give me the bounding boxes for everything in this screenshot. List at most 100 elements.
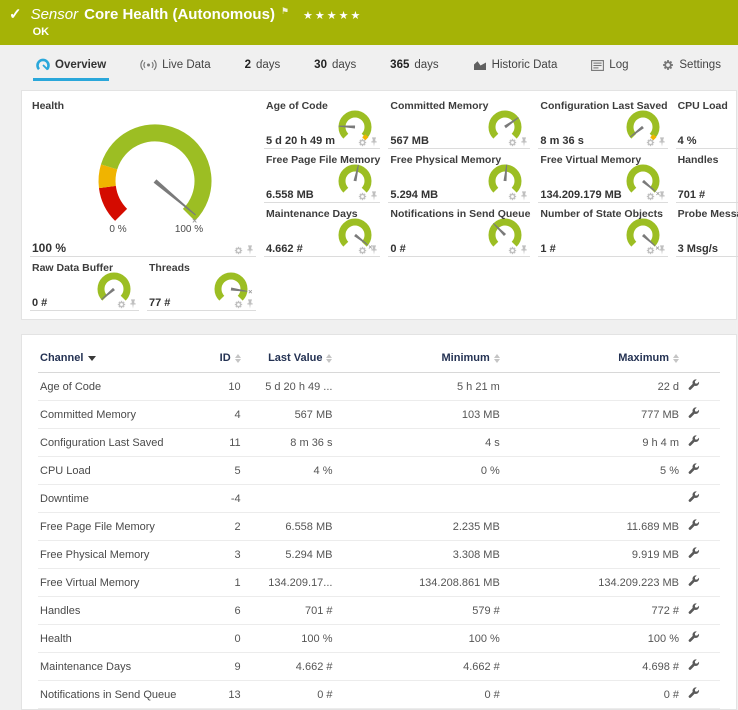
- pin-icon[interactable]: [520, 191, 528, 201]
- gear-icon[interactable]: [358, 192, 367, 201]
- sensor-title: Core Health (Autonomous): [84, 6, 275, 23]
- scale-max-label: 100 %: [175, 224, 203, 235]
- gauge-tile-age-of-code: Age of Code 5 d 20 h 49 m: [264, 97, 380, 149]
- channel-name: Notifications in Send Queue: [38, 681, 198, 709]
- column-label: Maximum: [618, 352, 669, 364]
- gear-icon[interactable]: [234, 246, 243, 255]
- gear-icon[interactable]: [646, 138, 655, 147]
- gauge-title: Handles: [676, 151, 738, 166]
- gauge-value: 567 MB: [390, 135, 429, 147]
- tab-label: Overview: [55, 59, 106, 71]
- column-label: Channel: [40, 352, 83, 364]
- gear-icon[interactable]: [508, 246, 517, 255]
- channel-row-configuration-last-saved: Configuration Last Saved118 m 36 s4 s9 h…: [38, 429, 720, 457]
- gauge-tile-free-virtual-memory: Free Virtual Memory 134.209.179 MB: [538, 151, 667, 203]
- tab-range-number: 30: [314, 59, 327, 71]
- pin-icon[interactable]: [370, 245, 378, 255]
- pin-icon[interactable]: [370, 191, 378, 201]
- gear-icon[interactable]: [508, 138, 517, 147]
- channel-row-cpu-load: CPU Load54 %0 %5 %: [38, 457, 720, 485]
- wrench-icon[interactable]: [688, 631, 700, 643]
- gear-icon[interactable]: [234, 300, 243, 309]
- gear-icon[interactable]: [117, 300, 126, 309]
- pin-icon[interactable]: [658, 191, 666, 201]
- gauge-title: Notifications in Send Queue: [388, 205, 530, 220]
- channel-id: 10: [198, 373, 243, 401]
- gauge-value: 4 %: [678, 135, 697, 147]
- wrench-icon[interactable]: [688, 435, 700, 447]
- wrench-icon[interactable]: [688, 603, 700, 615]
- gauge-tile-cpu-load: CPU Load 4 %: [676, 97, 738, 149]
- gauge-value: 5.294 MB: [390, 189, 438, 201]
- pin-icon[interactable]: [246, 299, 254, 309]
- priority-stars[interactable]: ★★★★★: [303, 9, 362, 22]
- ok-check-icon: ✓: [9, 6, 22, 38]
- gauge-tile-free-physical-memory: Free Physical Memory 5.294 MB: [388, 151, 530, 203]
- channel-name: Free Virtual Memory: [38, 569, 198, 597]
- tab-log[interactable]: Log: [588, 55, 631, 81]
- maximum: 11.689 MB: [502, 513, 681, 541]
- column-header-last-value[interactable]: Last Value: [243, 343, 335, 373]
- status-badge: OK: [33, 26, 363, 38]
- flag-icon[interactable]: ⚑: [281, 6, 289, 17]
- gear-icon[interactable]: [646, 246, 655, 255]
- tab-overview[interactable]: Overview: [33, 54, 109, 81]
- gauge-title: Free Virtual Memory: [538, 151, 667, 166]
- gear-icon[interactable]: [646, 192, 655, 201]
- channel-name: Health: [38, 625, 198, 653]
- wrench-icon[interactable]: [688, 519, 700, 531]
- tab-settings[interactable]: Settings: [659, 55, 724, 81]
- column-header-channel[interactable]: Channel: [38, 343, 198, 373]
- channel-row-age-of-code: Age of Code105 d 20 h 49 ...5 h 21 m22 d: [38, 373, 720, 401]
- maximum: [502, 485, 681, 513]
- pin-icon[interactable]: [370, 137, 378, 147]
- tab-30-days[interactable]: 30days: [311, 55, 359, 81]
- wrench-icon[interactable]: [688, 491, 700, 503]
- gear-icon[interactable]: [358, 138, 367, 147]
- gauge-value: 8 m 36 s: [540, 135, 583, 147]
- gauge-value: 4.662 #: [266, 243, 303, 255]
- object-kind-label: Sensor: [31, 6, 79, 23]
- tab-bar: Overview Live Data 2days 30days 365 days Histo…: [0, 45, 738, 81]
- tab-live-data[interactable]: Live Data: [137, 55, 214, 81]
- wrench-icon[interactable]: [688, 463, 700, 475]
- channel-row-free-page-file-memory: Free Page File Memory26.558 MB2.235 MB11…: [38, 513, 720, 541]
- wrench-icon[interactable]: [688, 547, 700, 559]
- gauge-tile-threads: Threads 77 #: [147, 259, 256, 311]
- channel-name: Configuration Last Saved: [38, 429, 198, 457]
- tab-range-number: 365: [390, 59, 409, 71]
- column-header-id[interactable]: ID: [198, 343, 243, 373]
- gauge-value: 6.558 MB: [266, 189, 314, 201]
- wrench-icon[interactable]: [688, 659, 700, 671]
- tab-365-days[interactable]: 365 days: [387, 55, 441, 81]
- gauge-title: Threads: [147, 259, 256, 274]
- tab-historic-data[interactable]: Historic Data: [470, 55, 561, 81]
- pin-icon[interactable]: [658, 245, 666, 255]
- channel-name: Committed Memory: [38, 401, 198, 429]
- gear-icon[interactable]: [508, 192, 517, 201]
- gauge-tile-free-page-file-memory: Free Page File Memory 6.558 MB: [264, 151, 380, 203]
- gauge-title: CPU Load: [676, 97, 738, 112]
- pin-icon[interactable]: [246, 245, 254, 255]
- last-value: 5.294 MB: [243, 541, 335, 569]
- gauge-value: 3 Msg/s: [678, 243, 718, 255]
- pin-icon[interactable]: [520, 245, 528, 255]
- gauge-title: Age of Code: [264, 97, 380, 112]
- tab-2-days[interactable]: 2days: [242, 55, 284, 81]
- channel-row-free-virtual-memory: Free Virtual Memory1134.209.17...134.208…: [38, 569, 720, 597]
- gear-icon[interactable]: [358, 246, 367, 255]
- minimum: 579 #: [334, 597, 501, 625]
- minimum: 0 %: [334, 457, 501, 485]
- pin-icon[interactable]: [129, 299, 137, 309]
- pin-icon[interactable]: [658, 137, 666, 147]
- channel-row-free-physical-memory: Free Physical Memory35.294 MB3.308 MB9.9…: [38, 541, 720, 569]
- wrench-icon[interactable]: [688, 575, 700, 587]
- wrench-icon[interactable]: [688, 379, 700, 391]
- wrench-icon[interactable]: [688, 687, 700, 699]
- column-header-minimum[interactable]: Minimum: [334, 343, 501, 373]
- column-header-maximum[interactable]: Maximum: [502, 343, 681, 373]
- tab-label: days: [414, 59, 438, 71]
- wrench-icon[interactable]: [688, 407, 700, 419]
- log-icon: [591, 60, 604, 71]
- pin-icon[interactable]: [520, 137, 528, 147]
